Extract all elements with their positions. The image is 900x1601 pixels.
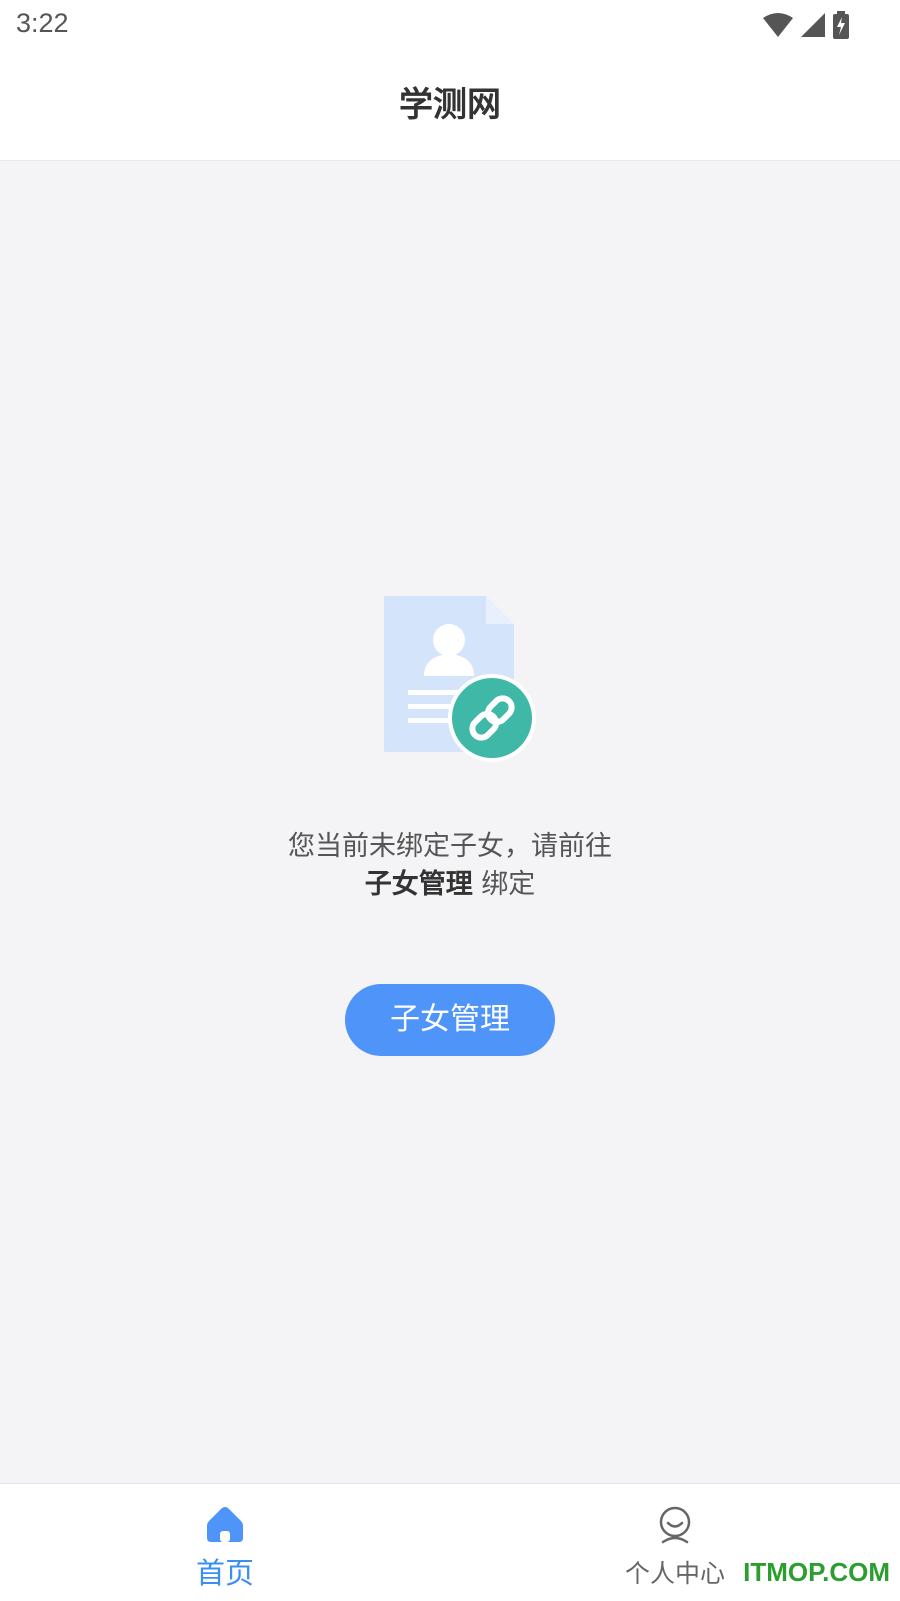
empty-message-line2: 子女管理 绑定 — [0, 866, 900, 904]
home-icon — [207, 1507, 243, 1542]
empty-message: 您当前未绑定子女，请前往 子女管理 绑定 — [0, 828, 900, 904]
empty-message-strong: 子女管理 — [364, 869, 473, 900]
wifi-icon — [763, 13, 793, 37]
child-management-button[interactable]: 子女管理 — [345, 984, 555, 1056]
page-title: 学测网 — [399, 85, 501, 125]
status-icons — [762, 10, 850, 40]
user-icon — [659, 1506, 691, 1544]
main-content — [0, 161, 900, 1483]
watermark: ITMOP.COM — [743, 1557, 890, 1587]
empty-message-line1: 您当前未绑定子女，请前往 — [288, 831, 612, 862]
status-time: 3:22 — [16, 8, 69, 38]
status-bar: 3:22 — [0, 0, 900, 50]
signal-icon — [801, 13, 825, 37]
tab-home[interactable]: 首页 — [125, 1484, 325, 1601]
empty-message-suffix: 绑定 — [472, 869, 536, 900]
tab-home-label: 首页 — [195, 1556, 254, 1590]
document-link-icon — [384, 596, 536, 762]
battery-charging-icon — [833, 11, 849, 39]
app-header: 学测网 — [0, 50, 900, 161]
